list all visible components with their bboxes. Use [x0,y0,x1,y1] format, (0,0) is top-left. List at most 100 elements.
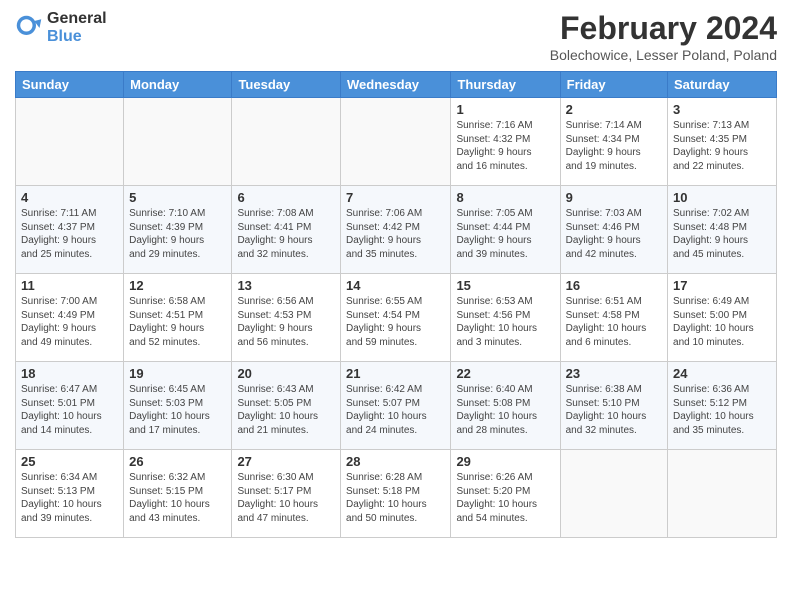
day-info: Sunrise: 6:53 AM Sunset: 4:56 PM Dayligh… [456,295,554,349]
day-number: 9 [566,190,662,205]
day-cell: 28 Sunrise: 6:28 AM Sunset: 5:18 PM Dayli… [341,450,451,538]
calendar-body: 1Sunrise: 7:16 AM Sunset: 4:32 PM Daylig… [16,98,777,538]
weekday-header-monday: Monday [124,72,232,98]
day-cell: 20Sunrise: 6:43 AM Sunset: 5:05 PM Dayli… [232,362,341,450]
day-number: 5 [129,190,226,205]
day-info: Sunrise: 6:47 AM Sunset: 5:01 PM Dayligh… [21,383,118,437]
day-info: Sunrise: 6:30 AM Sunset: 5:17 PM Dayligh… [237,471,335,525]
day-number: 17 [673,278,771,293]
week-row-1: 4 Sunrise: 7:11 AM Sunset: 4:37 PM Daylig… [16,186,777,274]
weekday-header-wednesday: Wednesday [341,72,451,98]
day-number: 10 [673,190,771,205]
day-cell [341,98,451,186]
page-container: General Blue February 2024 Bolechowice, … [0,0,792,543]
week-row-4: 25 Sunrise: 6:34 AM Sunset: 5:13 PM Dayli… [16,450,777,538]
day-cell: 2 Sunrise: 7:14 AM Sunset: 4:34 PM Daylig… [560,98,667,186]
day-info: Sunrise: 6:34 AM Sunset: 5:13 PM Dayligh… [21,471,118,525]
day-number: 19 [129,366,226,381]
day-info: Sunrise: 7:03 AM Sunset: 4:46 PM Dayligh… [566,207,662,261]
week-row-2: 11Sunrise: 7:00 AM Sunset: 4:49 PM Dayli… [16,274,777,362]
day-number: 3 [673,102,771,117]
day-number: 25 [21,454,118,469]
day-info: Sunrise: 7:14 AM Sunset: 4:34 PM Dayligh… [566,119,662,173]
day-cell [560,450,667,538]
logo-general-text: General [47,10,107,28]
weekday-header-row: SundayMondayTuesdayWednesdayThursdayFrid… [16,72,777,98]
day-cell: 12 Sunrise: 6:58 AM Sunset: 4:51 PM Dayli… [124,274,232,362]
day-info: Sunrise: 6:51 AM Sunset: 4:58 PM Dayligh… [566,295,662,349]
day-number: 13 [237,278,335,293]
day-cell: 27 Sunrise: 6:30 AM Sunset: 5:17 PM Dayli… [232,450,341,538]
weekday-header-sunday: Sunday [16,72,124,98]
day-cell: 15Sunrise: 6:53 AM Sunset: 4:56 PM Dayli… [451,274,560,362]
day-info: Sunrise: 6:42 AM Sunset: 5:07 PM Dayligh… [346,383,445,437]
day-number: 4 [21,190,118,205]
header: General Blue February 2024 Bolechowice, … [15,10,777,63]
day-info: Sunrise: 7:11 AM Sunset: 4:37 PM Dayligh… [21,207,118,261]
day-info: Sunrise: 6:56 AM Sunset: 4:53 PM Dayligh… [237,295,335,349]
day-number: 26 [129,454,226,469]
day-number: 28 [346,454,445,469]
day-info: Sunrise: 6:49 AM Sunset: 5:00 PM Dayligh… [673,295,771,349]
day-number: 22 [456,366,554,381]
week-row-3: 18 Sunrise: 6:47 AM Sunset: 5:01 PM Dayli… [16,362,777,450]
day-info: Sunrise: 7:08 AM Sunset: 4:41 PM Dayligh… [237,207,335,261]
title-block: February 2024 Bolechowice, Lesser Poland… [550,10,777,63]
day-cell: 18 Sunrise: 6:47 AM Sunset: 5:01 PM Dayli… [16,362,124,450]
calendar-table: SundayMondayTuesdayWednesdayThursdayFrid… [15,71,777,538]
day-cell: 25 Sunrise: 6:34 AM Sunset: 5:13 PM Dayli… [16,450,124,538]
weekday-header-saturday: Saturday [668,72,777,98]
day-info: Sunrise: 6:58 AM Sunset: 4:51 PM Dayligh… [129,295,226,349]
logo: General Blue [15,10,107,45]
day-cell: 7 Sunrise: 7:06 AM Sunset: 4:42 PM Daylig… [341,186,451,274]
day-number: 11 [21,278,118,293]
logo-blue-text: Blue [47,28,107,46]
weekday-header-tuesday: Tuesday [232,72,341,98]
day-cell: 14 Sunrise: 6:55 AM Sunset: 4:54 PM Dayli… [341,274,451,362]
day-info: Sunrise: 6:32 AM Sunset: 5:15 PM Dayligh… [129,471,226,525]
day-number: 18 [21,366,118,381]
day-cell: 19 Sunrise: 6:45 AM Sunset: 5:03 PM Dayli… [124,362,232,450]
day-cell: 13 Sunrise: 6:56 AM Sunset: 4:53 PM Dayli… [232,274,341,362]
day-info: Sunrise: 7:13 AM Sunset: 4:35 PM Dayligh… [673,119,771,173]
day-info: Sunrise: 6:36 AM Sunset: 5:12 PM Dayligh… [673,383,771,437]
day-number: 6 [237,190,335,205]
day-info: Sunrise: 6:43 AM Sunset: 5:05 PM Dayligh… [237,383,335,437]
day-info: Sunrise: 6:55 AM Sunset: 4:54 PM Dayligh… [346,295,445,349]
day-number: 2 [566,102,662,117]
day-cell: 1Sunrise: 7:16 AM Sunset: 4:32 PM Daylig… [451,98,560,186]
day-cell: 8 Sunrise: 7:05 AM Sunset: 4:44 PM Daylig… [451,186,560,274]
logo-text: General Blue [47,10,107,45]
day-number: 27 [237,454,335,469]
day-info: Sunrise: 7:10 AM Sunset: 4:39 PM Dayligh… [129,207,226,261]
day-cell: 4 Sunrise: 7:11 AM Sunset: 4:37 PM Daylig… [16,186,124,274]
day-cell: 29 Sunrise: 6:26 AM Sunset: 5:20 PM Dayli… [451,450,560,538]
day-cell [16,98,124,186]
day-info: Sunrise: 7:05 AM Sunset: 4:44 PM Dayligh… [456,207,554,261]
day-cell: 3 Sunrise: 7:13 AM Sunset: 4:35 PM Daylig… [668,98,777,186]
day-info: Sunrise: 6:45 AM Sunset: 5:03 PM Dayligh… [129,383,226,437]
day-info: Sunrise: 6:38 AM Sunset: 5:10 PM Dayligh… [566,383,662,437]
subtitle: Bolechowice, Lesser Poland, Poland [550,47,777,63]
day-number: 12 [129,278,226,293]
day-info: Sunrise: 7:16 AM Sunset: 4:32 PM Dayligh… [456,119,554,173]
day-cell: 11Sunrise: 7:00 AM Sunset: 4:49 PM Dayli… [16,274,124,362]
day-cell [124,98,232,186]
day-number: 7 [346,190,445,205]
day-cell: 23 Sunrise: 6:38 AM Sunset: 5:10 PM Dayli… [560,362,667,450]
day-number: 23 [566,366,662,381]
day-info: Sunrise: 6:26 AM Sunset: 5:20 PM Dayligh… [456,471,554,525]
day-number: 24 [673,366,771,381]
day-info: Sunrise: 6:28 AM Sunset: 5:18 PM Dayligh… [346,471,445,525]
day-number: 8 [456,190,554,205]
day-cell: 10 Sunrise: 7:02 AM Sunset: 4:48 PM Dayli… [668,186,777,274]
weekday-header-thursday: Thursday [451,72,560,98]
day-number: 29 [456,454,554,469]
day-cell: 17 Sunrise: 6:49 AM Sunset: 5:00 PM Dayli… [668,274,777,362]
day-info: Sunrise: 7:06 AM Sunset: 4:42 PM Dayligh… [346,207,445,261]
day-info: Sunrise: 7:02 AM Sunset: 4:48 PM Dayligh… [673,207,771,261]
day-cell: 5 Sunrise: 7:10 AM Sunset: 4:39 PM Daylig… [124,186,232,274]
weekday-header-friday: Friday [560,72,667,98]
day-info: Sunrise: 6:40 AM Sunset: 5:08 PM Dayligh… [456,383,554,437]
day-number: 14 [346,278,445,293]
